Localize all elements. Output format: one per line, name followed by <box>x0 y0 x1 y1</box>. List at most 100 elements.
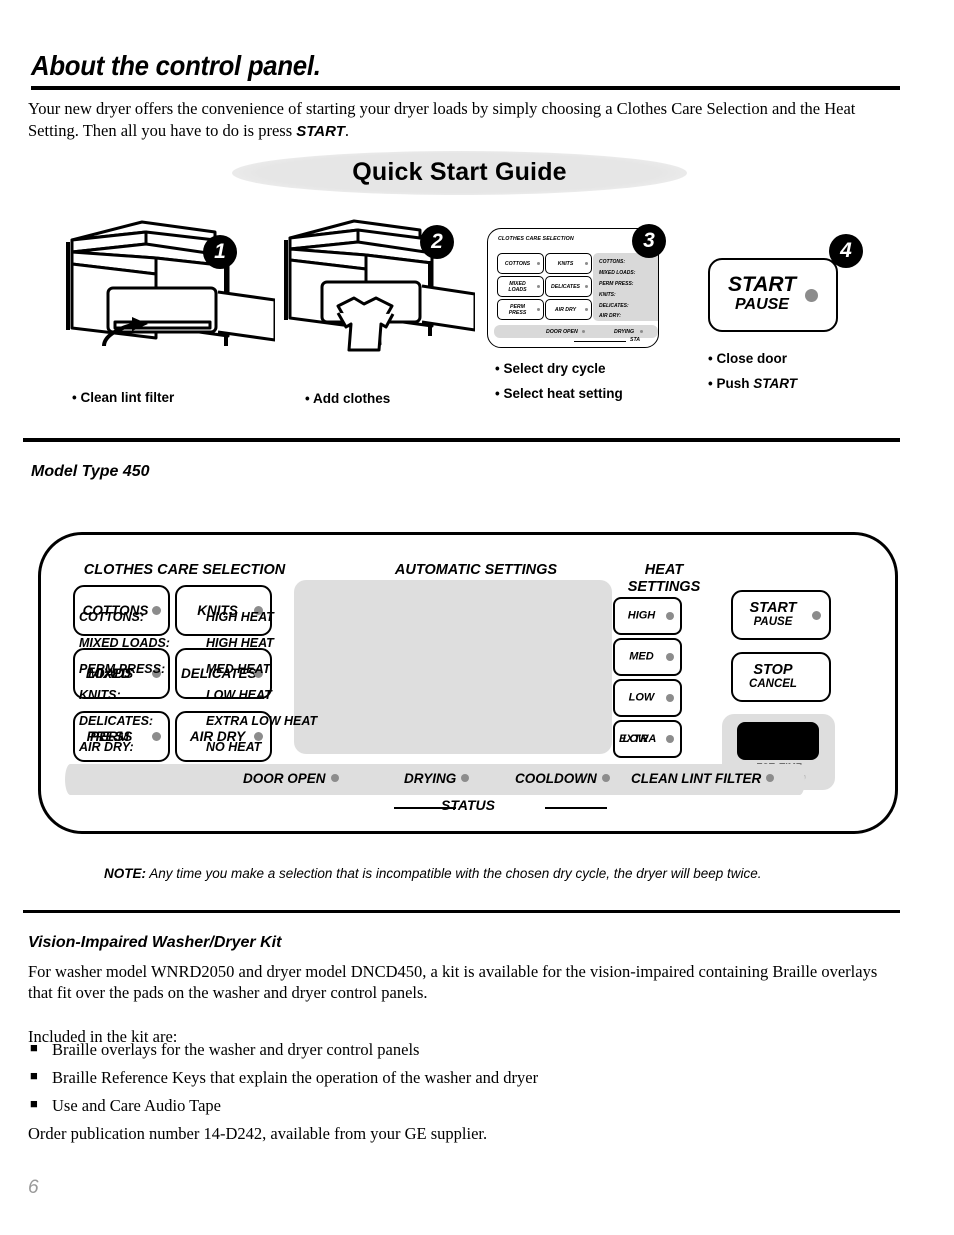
intro-start-emphasis: START <box>296 123 345 140</box>
status-door-open-label: DOOR OPEN <box>243 771 326 786</box>
mini-button-air-dry-label: AIR DRY <box>554 306 577 313</box>
step2-caption: • Add clothes <box>305 391 391 406</box>
step4-start-pause-button[interactable]: START PAUSE <box>708 258 838 332</box>
mini-setting-row: MIXED LOADS: <box>599 270 636 276</box>
button-heat-low[interactable]: LOW <box>613 679 682 717</box>
automatic-settings-table <box>294 580 612 754</box>
header-divider <box>31 86 900 90</box>
step-badge-2: 2 <box>420 225 454 259</box>
mini-setting-row: AIR DRY: <box>599 313 621 319</box>
mini-led-delicates <box>584 284 588 289</box>
clothes-care-selection-title: CLOTHES CARE SELECTION <box>83 562 286 578</box>
heat-settings-title: HEAT SETTINGS <box>619 562 709 596</box>
status-indicator-bar: DOOR OPEN DRYING COOLDOWN CLEAN LINT FIL… <box>65 764 805 795</box>
step4-caption-2: • Push START <box>708 376 797 391</box>
auto-heat-perm-press: MED HEAT <box>206 662 271 676</box>
led-perm-press <box>152 732 161 741</box>
vision-section-title: Vision-Impaired Washer/Dryer Kit <box>28 934 282 951</box>
mini-status-rule <box>574 341 626 343</box>
mini-button-knits[interactable]: KNITS <box>545 253 592 274</box>
mini-button-delicates-label: DELICATES <box>550 283 580 290</box>
mini-button-cottons[interactable]: COTTONS <box>497 253 544 274</box>
mini-status-door-open: DOOR OPEN <box>546 328 578 335</box>
mini-led-mixed-loads <box>536 284 540 289</box>
led-door-open <box>330 774 339 782</box>
intro-text-part1: Your new dryer offers the convenience of… <box>28 99 856 140</box>
mini-button-air-dry[interactable]: AIR DRY <box>545 299 592 320</box>
note-text: NOTE: Any time you make a selection that… <box>104 866 894 881</box>
button-stop-cancel[interactable]: STOP CANCEL <box>731 652 831 702</box>
step4-led-indicator <box>805 289 818 302</box>
mini-led-air-dry <box>584 307 588 312</box>
model-type-heading: Model Type 450 <box>31 463 150 480</box>
step4-start-label: START <box>727 273 797 296</box>
vision-section-paragraph: For washer model WNRD2050 and dryer mode… <box>28 962 878 1002</box>
button-pause-label: PAUSE <box>753 616 793 628</box>
button-heat-med[interactable]: MED <box>613 638 682 676</box>
mini-button-mixed-loads[interactable]: MIXED LOADS <box>497 276 544 297</box>
mini-setting-row: DELICATES: <box>599 303 629 309</box>
button-heat-extra-low-label: EXTRA LOW <box>617 732 666 745</box>
page-title: About the control panel. <box>31 50 321 81</box>
auto-heat-air-dry: NO HEAT <box>206 740 262 754</box>
button-heat-med-label: MED <box>629 650 654 663</box>
section-divider-bottom <box>23 910 900 913</box>
led-heat-extra-low <box>666 735 674 743</box>
led-heat-med <box>666 653 674 661</box>
status-door-open: DOOR OPEN <box>243 771 339 786</box>
mini-led-cottons <box>536 261 540 266</box>
button-heat-extra-low[interactable]: EXTRA LOW <box>613 720 682 758</box>
auto-cycle-cottons: COTTONS: <box>79 610 145 624</box>
mini-setting-row: PERM PRESS: <box>599 281 634 287</box>
led-cooldown <box>601 774 610 782</box>
mini-led-perm-press <box>536 307 540 312</box>
auto-heat-cottons: HIGH HEAT <box>206 610 274 624</box>
status-rule-right <box>545 807 607 810</box>
mini-button-cottons-label: COTTONS <box>504 260 531 267</box>
status-drying: DRYING <box>404 771 470 786</box>
mini-clothes-care-title: CLOTHES CARE SELECTION <box>498 236 574 242</box>
page-number: 6 <box>28 1177 39 1198</box>
step4-caption-2-text: • Push <box>708 376 754 391</box>
auto-cycle-knits: KNITS: <box>79 688 121 702</box>
mini-automatic-settings-box: COTTONS: MIXED LOADS: PERM PRESS: KNITS:… <box>593 253 658 321</box>
note-body: Any time you make a selection that is in… <box>146 866 762 881</box>
status-clean-lint-filter-label: CLEAN LINT FILTER <box>631 771 762 786</box>
button-heat-high-label: HIGH <box>627 609 656 622</box>
mini-button-delicates[interactable]: DELICATES <box>545 276 592 297</box>
auto-cycle-delicates: DELICATES: <box>79 714 154 728</box>
heat-title-line1: HEAT <box>644 562 684 578</box>
step1-dryer-illustration <box>66 220 275 347</box>
button-heat-low-label: LOW <box>628 691 655 704</box>
button-cancel-label: CANCEL <box>749 678 797 690</box>
step3-caption-1: • Select dry cycle <box>495 361 606 376</box>
step4-caption-1: • Close door <box>708 351 787 366</box>
auto-heat-mixed-loads: HIGH HEAT <box>206 636 274 650</box>
mini-status-drying: DRYING <box>614 328 635 335</box>
led-heat-low <box>666 694 674 702</box>
step4-pause-label: PAUSE <box>735 296 789 313</box>
note-prefix: NOTE: <box>104 866 146 881</box>
status-cooldown: COOLDOWN <box>515 771 610 786</box>
mini-led-door-open <box>582 330 585 333</box>
mini-button-mixed-loads-label: MIXED LOADS <box>508 280 527 293</box>
auto-cycle-air-dry: AIR DRY: <box>79 740 134 754</box>
button-heat-high[interactable]: HIGH <box>613 597 682 635</box>
mini-button-perm-press-label: PERM PRESS <box>508 303 527 316</box>
quick-start-banner: Quick Start Guide <box>232 151 687 195</box>
led-heat-high <box>666 612 674 620</box>
automatic-settings-title: AUTOMATIC SETTINGS <box>394 562 558 578</box>
mini-button-perm-press[interactable]: PERM PRESS <box>497 299 544 320</box>
mini-status-label: STA <box>630 337 640 343</box>
vision-order-text: Order publication number 14-D242, availa… <box>28 1124 488 1143</box>
mini-led-drying <box>640 330 643 333</box>
est-time-display-screen <box>737 722 819 760</box>
auto-cycle-perm-press: PERM PRESS: <box>79 662 166 676</box>
button-heat-extra-low-line2: LOW <box>622 732 649 745</box>
list-item: Braille overlays for the washer and drye… <box>30 1040 419 1060</box>
led-clean-lint-filter <box>766 774 775 782</box>
mini-setting-row: KNITS: <box>599 292 616 298</box>
button-start-pause[interactable]: START PAUSE <box>731 590 831 640</box>
led-cottons <box>152 606 161 615</box>
led-start-pause <box>812 610 821 620</box>
